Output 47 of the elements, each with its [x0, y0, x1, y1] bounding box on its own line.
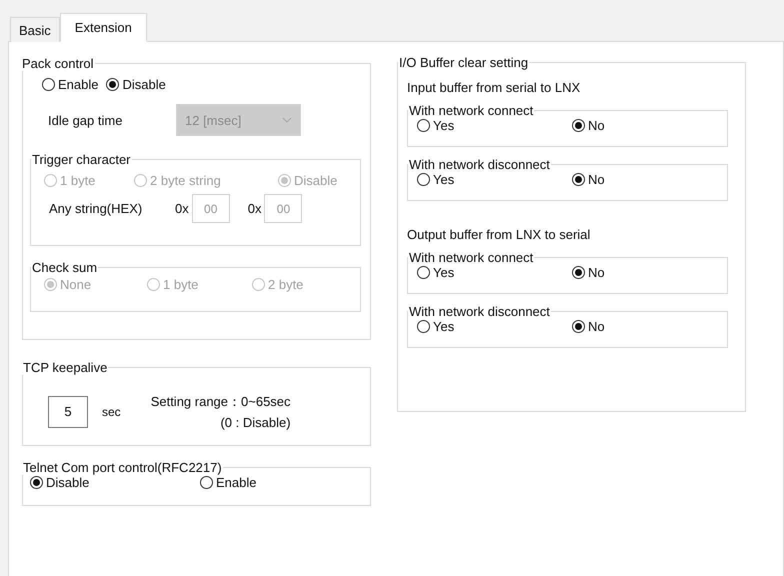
- hex-prefix: 0x: [175, 201, 189, 216]
- group-title: Telnet Com port control(RFC2217): [22, 460, 223, 475]
- radio-option[interactable]: No: [572, 118, 605, 133]
- group-title: With network disconnect: [408, 157, 551, 172]
- radio-circle[interactable]: [417, 173, 430, 186]
- radio-circle[interactable]: [572, 173, 585, 186]
- radio-option[interactable]: No: [572, 265, 605, 280]
- group-title: With network connect: [408, 250, 534, 265]
- group-title: Check sum: [31, 260, 98, 275]
- radio-option[interactable]: Enable: [42, 77, 98, 92]
- radio-circle[interactable]: [30, 476, 43, 489]
- group-title: I/O Buffer clear setting: [398, 55, 530, 70]
- radio-circle[interactable]: [417, 119, 430, 132]
- field-label: Any string(HEX): [49, 201, 144, 216]
- tab[interactable]: Basic: [10, 17, 60, 42]
- hex-prefix: 0x: [248, 201, 262, 216]
- range-note: (0 : Disable): [220, 415, 291, 430]
- radio-circle[interactable]: [572, 119, 585, 132]
- tab[interactable]: Extension: [60, 13, 147, 42]
- section-heading: Input buffer from serial to LNX: [407, 80, 580, 95]
- radio-option[interactable]: Yes: [417, 118, 572, 133]
- radio-circle[interactable]: [417, 320, 430, 333]
- radio-option[interactable]: Enable: [200, 475, 256, 490]
- group-title: With network connect: [408, 103, 534, 118]
- radio-option[interactable]: No: [572, 172, 605, 187]
- radio-circle[interactable]: [42, 78, 55, 91]
- group-title: Pack control: [21, 56, 95, 71]
- radio-option[interactable]: Yes: [417, 172, 572, 187]
- radio-option[interactable]: Disable: [106, 77, 166, 92]
- radio-option[interactable]: Yes: [417, 265, 572, 280]
- radio-circle[interactable]: [106, 78, 120, 91]
- unit-label: sec: [102, 404, 121, 418]
- radio-circle[interactable]: [417, 266, 430, 279]
- group-title: With network disconnect: [408, 304, 551, 319]
- radio-circle[interactable]: [200, 476, 213, 489]
- radio-option[interactable]: Disable: [30, 475, 200, 490]
- group-title: TCP keepalive: [22, 360, 108, 375]
- keepalive-field[interactable]: 5: [48, 396, 88, 428]
- section-heading: Output buffer from LNX to serial: [407, 227, 590, 242]
- radio-option[interactable]: No: [572, 319, 605, 334]
- group-title: Trigger character: [31, 152, 132, 167]
- radio-circle[interactable]: [572, 320, 585, 333]
- radio-circle[interactable]: [572, 266, 585, 279]
- radio-option[interactable]: Yes: [417, 319, 572, 334]
- chevron-down-icon: [282, 117, 292, 123]
- field-label: Idle gap time: [48, 112, 124, 128]
- range-text: Setting range：0~65sec: [150, 393, 291, 411]
